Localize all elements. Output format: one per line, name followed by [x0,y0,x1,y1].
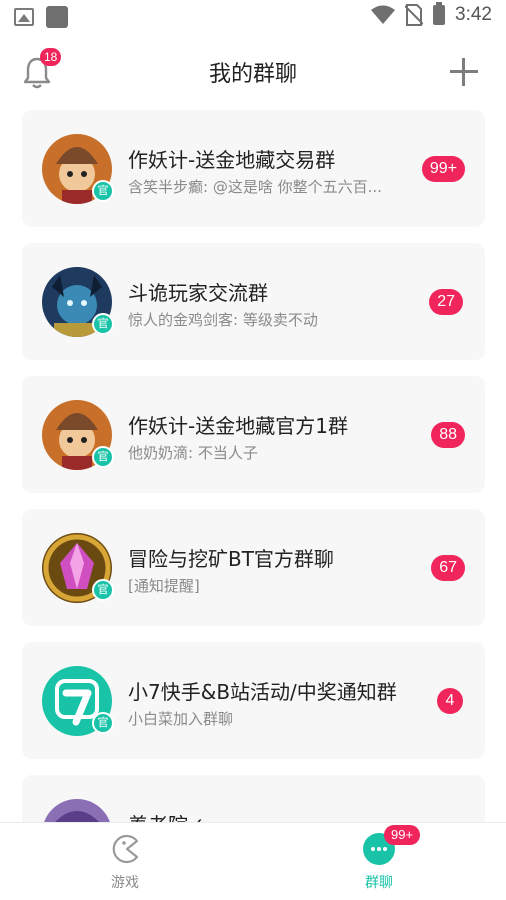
group-card[interactable]: 官 斗诡玩家交流群 惊人的金鸡剑客: 等级卖不动 27 [22,243,485,360]
tab-groups[interactable]: 99+ 群聊 [319,823,439,900]
official-badge: 官 [92,446,114,468]
group-name: 冒险与挖矿BT官方群聊 [128,547,334,571]
group-last-message: 他奶奶滴: 不当人子 [128,444,258,462]
official-badge: 官 [92,579,114,601]
plus-icon[interactable] [450,58,478,86]
pacman-icon [112,834,139,864]
group-name: 作妖计-送金地藏官方1群 [128,414,348,438]
unread-badge: 99+ [421,156,465,182]
group-card[interactable]: 官 作妖计-送金地藏官方1群 他奶奶滴: 不当人子 88 [22,376,485,493]
tab-games-label: 游戏 [111,875,139,891]
group-avatar [42,799,112,822]
tab-groups-label: 群聊 [365,875,393,891]
group-card[interactable]: 官 作妖计-送金地藏交易群 含笑半步癫: @这是啥 你整个五六百... 99+ [22,110,485,227]
no-sim-icon [405,4,424,26]
group-name: 小7快手&B站活动/中奖通知群 [128,680,397,704]
official-badge: 官 [92,313,114,335]
group-name: 养老院✓ [128,809,205,822]
group-last-message: 惊人的金鸡剑客: 等级卖不动 [128,311,318,329]
group-list: 官 作妖计-送金地藏交易群 含笑半步癫: @这是啥 你整个五六百... 99+ … [0,110,506,822]
group-last-message: 含笑半步癫: @这是啥 你整个五六百... [128,178,382,196]
official-badge: 官 [92,712,114,734]
battery-icon [433,2,446,25]
square-app-icon [46,6,68,28]
tab-games[interactable]: 游戏 [65,823,185,900]
group-last-message: 小白菜加入群聊 [128,710,234,728]
wifi-icon [371,5,396,24]
group-card[interactable]: 官 冒险与挖矿BT官方群聊 [通知提醒] 67 [22,509,485,626]
image-icon [14,8,34,26]
group-name: 作妖计-送金地藏交易群 [128,148,336,172]
unread-badge: 88 [431,422,465,448]
unread-badge: 27 [429,289,463,315]
page-title: 我的群聊 [208,62,297,87]
group-card[interactable]: 养老院✓ [22,775,485,822]
top-bar: 18 我的群聊 [0,34,506,110]
status-bar: 3:42 [0,0,506,34]
group-last-message: [通知提醒] [128,577,200,595]
group-card[interactable]: 官 小7快手&B站活动/中奖通知群 小白菜加入群聊 4 [22,642,485,759]
unread-badge: 4 [437,688,463,714]
official-badge: 官 [92,180,114,202]
bottom-nav: 游戏 99+ 群聊 [0,822,506,900]
group-name: 斗诡玩家交流群 [128,281,268,305]
groups-unread-badge: 99+ [384,825,421,845]
unread-badge: 67 [431,555,465,581]
status-time: 3:42 [455,4,492,25]
